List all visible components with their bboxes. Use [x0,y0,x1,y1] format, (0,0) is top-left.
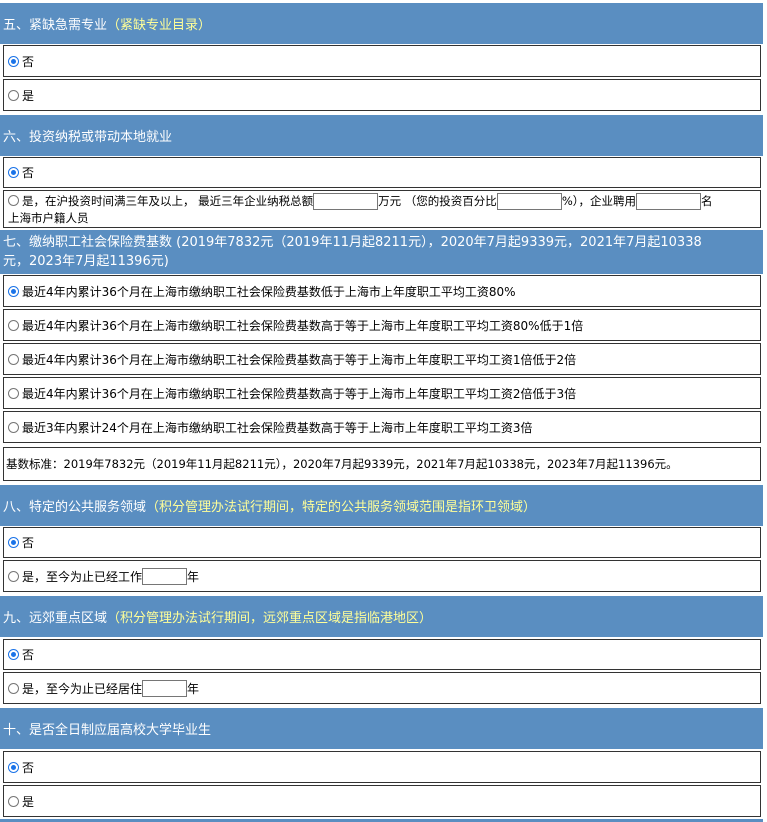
option-label: 是，至今为止已经工作 [22,569,143,584]
radio-unselected-icon[interactable] [8,421,19,433]
radio-unselected-icon[interactable] [8,795,19,807]
section9-option-yes[interactable]: 是，至今为止已经居住 年 [3,672,761,704]
section6-option-yes[interactable]: 是，在沪投资时间满三年及以上， 最近三年企业纳税总额 万元 （您的投资百分比 %），… [3,190,761,228]
radio-selected-icon[interactable] [8,649,19,660]
unit-label: 年 [187,569,200,584]
section7-option-1[interactable]: 最近4年内累计36个月在上海市缴纳职工社会保险费基数低于上海市上年度职工平均工资… [3,275,761,307]
section7-title-line2: 元，2023年7月起11396元) [3,254,169,269]
option-label: 否 [22,166,35,180]
employee-count-input[interactable] [636,193,701,210]
radio-selected-icon[interactable] [8,55,19,67]
unit-label: 名 [701,194,713,208]
section9-option-no[interactable]: 否 [3,639,761,670]
base-standard-note: 基数标准：2019年7832元（2019年11月起8211元），2020年7月起… [6,457,678,471]
section5-option-yes[interactable]: 是 [3,79,761,111]
work-years-input[interactable] [142,567,188,585]
section5-option-no[interactable]: 否 [3,45,761,77]
section7-option-3[interactable]: 最近4年内累计36个月在上海市缴纳职工社会保险费基数高于等于上海市上年度职工平均… [3,343,761,375]
section6-title: 六、投资纳税或带动本地就业 [3,130,173,145]
option-label: 是，在沪投资时间满三年及以上， 最近三年企业纳税总额 [22,194,314,208]
radio-unselected-icon[interactable] [8,195,19,206]
option-label: 否 [22,760,35,775]
option-label: 最近4年内累计36个月在上海市缴纳职工社会保险费基数高于等于上海市上年度职工平均… [22,352,577,367]
section8-title: 八、特定的公共服务领域 [3,500,147,515]
section6-option-no[interactable]: 否 [3,157,761,188]
radio-selected-icon[interactable] [8,285,19,297]
option-label: 最近4年内累计36个月在上海市缴纳职工社会保险费基数低于上海市上年度职工平均工资… [22,284,516,299]
section10-title: 十、是否全日制应届高校大学毕业生 [3,723,212,738]
radio-unselected-icon[interactable] [8,682,19,694]
radio-selected-icon[interactable] [8,167,19,178]
section9-header: 九、远郊重点区域 （积分管理办法试行期间，远郊重点区域是指临港地区） [0,596,763,637]
radio-unselected-icon[interactable] [8,89,19,101]
section7-option-5[interactable]: 最近3年内累计24个月在上海市缴纳职工社会保险费基数高于等于上海市上年度职工平均… [3,411,761,443]
section5-header: 五、紧缺急需专业 （紧缺专业目录） [0,3,763,44]
unit-label: %），企业聘用 [561,194,636,208]
section8-option-no[interactable]: 否 [3,527,761,558]
investment-percent-input[interactable] [496,193,562,210]
option-label: 否 [22,54,35,69]
section9-title: 九、远郊重点区域 [3,611,108,626]
section9-highlight: （积分管理办法试行期间，远郊重点区域是指临港地区） [107,611,433,626]
section7-note: 基数标准：2019年7832元（2019年11月起8211元），2020年7月起… [3,447,761,481]
section10-header: 十、是否全日制应届高校大学毕业生 [0,708,763,749]
section5-highlight: （紧缺专业目录） [107,18,212,33]
option-label: 最近3年内累计24个月在上海市缴纳职工社会保险费基数高于等于上海市上年度职工平均… [22,420,533,435]
section8-option-yes[interactable]: 是，至今为止已经工作 年 [3,560,761,592]
section8-header: 八、特定的公共服务领域 （积分管理办法试行期间，特定的公共服务领域范围是指环卫领域… [0,485,763,526]
residence-years-input[interactable] [142,679,188,697]
option-label: 是 [22,794,35,809]
section5-title: 五、紧缺急需专业 [3,18,108,33]
option-label-cont: 上海市户籍人员 [8,211,89,225]
section10-option-yes[interactable]: 是 [3,785,761,817]
radio-selected-icon[interactable] [8,761,19,773]
option-label: 最近4年内累计36个月在上海市缴纳职工社会保险费基数高于等于上海市上年度职工平均… [22,386,577,401]
radio-unselected-icon[interactable] [8,319,19,331]
option-label: 否 [22,648,35,662]
option-label: 是，至今为止已经居住 [22,681,143,696]
section8-highlight: （积分管理办法试行期间，特定的公共服务领域范围是指环卫领域） [146,500,537,515]
section7-option-4[interactable]: 最近4年内累计36个月在上海市缴纳职工社会保险费基数高于等于上海市上年度职工平均… [3,377,761,409]
unit-label: 万元 （您的投资百分比 [378,194,497,208]
section7-option-2[interactable]: 最近4年内累计36个月在上海市缴纳职工社会保险费基数高于等于上海市上年度职工平均… [3,309,761,341]
tax-amount-input[interactable] [313,193,379,210]
section7-header: 七、缴纳职工社会保险费基数 (2019年7832元（2019年11月起8211元… [0,230,763,274]
radio-unselected-icon[interactable] [8,387,19,399]
radio-unselected-icon[interactable] [8,570,19,582]
option-label: 最近4年内累计36个月在上海市缴纳职工社会保险费基数高于等于上海市上年度职工平均… [22,318,584,333]
section7-title-line1: 七、缴纳职工社会保险费基数 (2019年7832元（2019年11月起8211元… [3,235,702,250]
section10-option-no[interactable]: 否 [3,751,761,783]
section6-header: 六、投资纳税或带动本地就业 [0,115,763,156]
radio-selected-icon[interactable] [8,537,19,548]
option-label: 否 [22,536,35,550]
option-label: 是 [22,88,35,103]
radio-unselected-icon[interactable] [8,353,19,365]
unit-label: 年 [187,681,200,696]
